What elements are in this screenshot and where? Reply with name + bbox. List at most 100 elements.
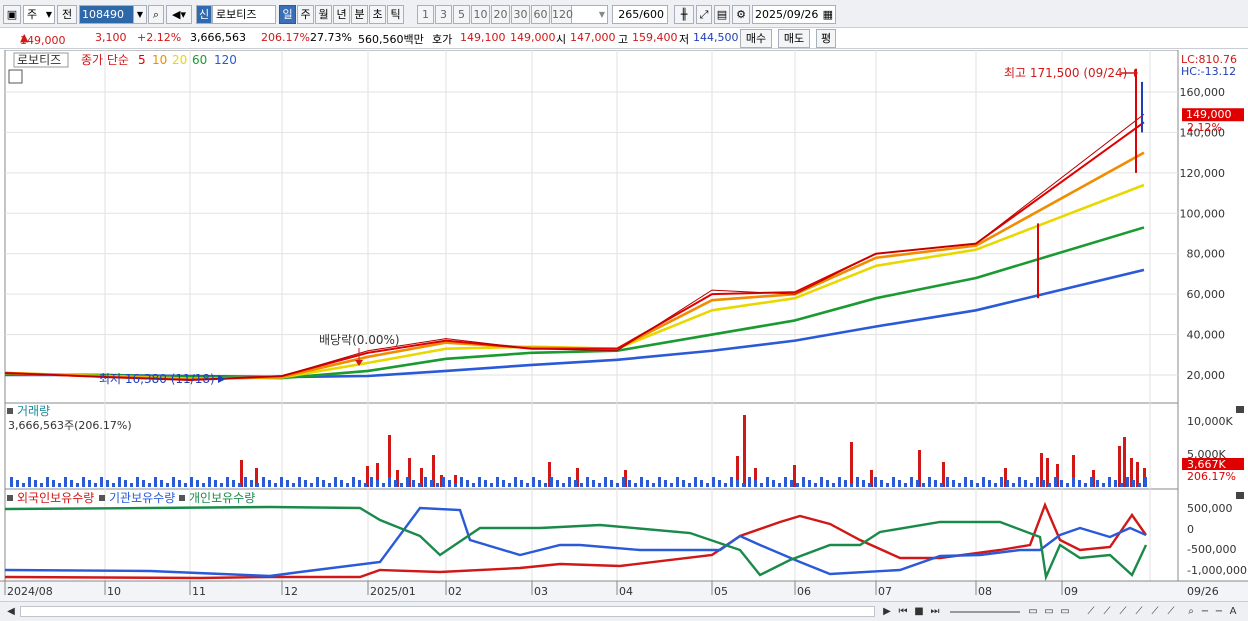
volume-bar-small (142, 480, 145, 487)
date-end-label: 09/26 (1187, 585, 1219, 598)
volume-bar-small (814, 483, 817, 487)
volume-bar-small (28, 477, 31, 487)
volume-bar-small (268, 480, 271, 487)
interval-button-1[interactable]: 1 (417, 5, 434, 24)
volume-bar-small (208, 477, 211, 487)
chart-svg[interactable]: 160,000140,000120,000100,00080,00060,000… (0, 49, 1248, 601)
volume-bar-small (844, 480, 847, 487)
volume-bar-small (574, 480, 577, 487)
buy-button[interactable]: 매수 (740, 29, 772, 48)
tool-icon-1[interactable]: ▭ (1026, 605, 1040, 619)
volume-bar-small (616, 483, 619, 487)
search-icon[interactable]: ⌕ (148, 5, 164, 24)
interval-button-10[interactable]: 10 (471, 5, 490, 24)
volume-bar-small (772, 480, 775, 487)
all-button[interactable]: 전 (57, 5, 77, 24)
period-tab-5[interactable]: 초 (369, 5, 386, 24)
volume-bar-small (214, 480, 217, 487)
volume-bar-small (658, 477, 661, 487)
first-icon[interactable]: ⏮ (896, 605, 910, 619)
interval-button-3[interactable]: 3 (435, 5, 452, 24)
interval-button-20[interactable]: 20 (491, 5, 510, 24)
high-price: 159,400 (632, 31, 678, 44)
volume-bar-small (976, 483, 979, 487)
code-input[interactable]: 108490 (79, 5, 137, 24)
zoom-slider[interactable] (950, 611, 1020, 613)
stock-name-field[interactable]: 로보티즈 (212, 5, 276, 24)
volume-bar-small (610, 480, 613, 487)
volume-bar-small (700, 480, 703, 487)
zoom-out-icon[interactable]: − (1198, 605, 1212, 619)
volume-bar-small (820, 477, 823, 487)
volume-bar-small (460, 477, 463, 487)
volume-bar-small (352, 477, 355, 487)
price-tick-label: 100,000 (1180, 207, 1226, 220)
date-field[interactable]: 2025/09/26 ▦ (752, 5, 836, 24)
scroll-right-icon[interactable]: ▶ (880, 605, 894, 619)
count-field[interactable]: 265/600 (612, 5, 668, 24)
eval-button[interactable]: 평 (816, 29, 836, 48)
save-icon[interactable]: ▤ (714, 5, 730, 24)
scroll-left-icon[interactable]: ◀ (4, 605, 18, 619)
minus-icon[interactable]: − (1212, 605, 1226, 619)
period-tab-0[interactable]: 일 (279, 5, 296, 24)
period-tab-4[interactable]: 분 (351, 5, 368, 24)
interval-button-5[interactable]: 5 (453, 5, 470, 24)
tool-icon-2[interactable]: ▭ (1042, 605, 1056, 619)
period-tab-3[interactable]: 년 (333, 5, 350, 24)
layout-icon[interactable]: ▣ (3, 5, 21, 24)
volume-bar-small (52, 480, 55, 487)
volume-bar-small (892, 477, 895, 487)
volume-bar-small (880, 480, 883, 487)
draw-icon-5[interactable]: ⟋ (1148, 605, 1162, 619)
volume-bar-small (988, 480, 991, 487)
draw-icon-1[interactable]: ⟋ (1084, 605, 1098, 619)
volume-bar-small (328, 483, 331, 487)
stop-icon[interactable]: ■ (912, 605, 926, 619)
volume-bar-small (916, 480, 919, 487)
draw-icon-2[interactable]: ⟋ (1100, 605, 1114, 619)
volume-bar-small (46, 477, 49, 487)
draw-icon-4[interactable]: ⟋ (1132, 605, 1146, 619)
volume-bar (1046, 458, 1049, 487)
period-tab-6[interactable]: 틱 (387, 5, 404, 24)
interval-button-30[interactable]: 30 (511, 5, 530, 24)
interval-button-120[interactable]: 120 (551, 5, 573, 24)
volume-bar-small (1138, 483, 1141, 487)
volume-bar-small (688, 483, 691, 487)
volume-bar-small (514, 477, 517, 487)
volume-bar-small (934, 480, 937, 487)
sell-button[interactable]: 매도 (778, 29, 810, 48)
code-dropdown-icon[interactable]: ▼ (133, 5, 147, 24)
volume-bar-small (196, 480, 199, 487)
draw-icon-3[interactable]: ⟋ (1116, 605, 1130, 619)
draw-icon-6[interactable]: ⟋ (1164, 605, 1178, 619)
volume-bar-small (106, 480, 109, 487)
volume-bar-small (730, 477, 733, 487)
sound-icon[interactable]: ◀▾ (166, 5, 192, 24)
line-tool-icon[interactable]: ⤢ (696, 5, 712, 24)
type-select[interactable]: 주 ▼ (23, 5, 55, 24)
interval-select[interactable]: ▼ (570, 5, 608, 24)
candle-icon[interactable]: ╫ (674, 5, 694, 24)
volume-bar (743, 415, 746, 487)
interval-button-60[interactable]: 60 (531, 5, 550, 24)
volume-bar-small (652, 483, 655, 487)
period-tab-1[interactable]: 주 (297, 5, 314, 24)
volume-bar-small (22, 483, 25, 487)
period-tab-2[interactable]: 월 (315, 5, 332, 24)
horizontal-scrollbar[interactable] (20, 606, 875, 617)
tool-icon-3[interactable]: ▭ (1058, 605, 1072, 619)
volume-bar-small (1012, 483, 1015, 487)
calendar-icon[interactable]: ▦ (823, 6, 833, 23)
last-icon[interactable]: ⏭ (928, 605, 942, 619)
price-tick-label: 120,000 (1180, 167, 1226, 180)
gear-icon[interactable]: ⚙ (732, 5, 750, 24)
volume-bar-small (832, 483, 835, 487)
volume-bar-small (250, 480, 253, 487)
new-badge[interactable]: 신 (196, 5, 212, 24)
chart-area: 160,000 140,000 120,000 100,000 80,000 60,000… (0, 49, 1248, 601)
volume-tick-label: 10,000K (1187, 415, 1233, 428)
text-a-icon[interactable]: A (1226, 605, 1240, 619)
zoom-search-icon[interactable]: ⌕ (1184, 605, 1198, 619)
